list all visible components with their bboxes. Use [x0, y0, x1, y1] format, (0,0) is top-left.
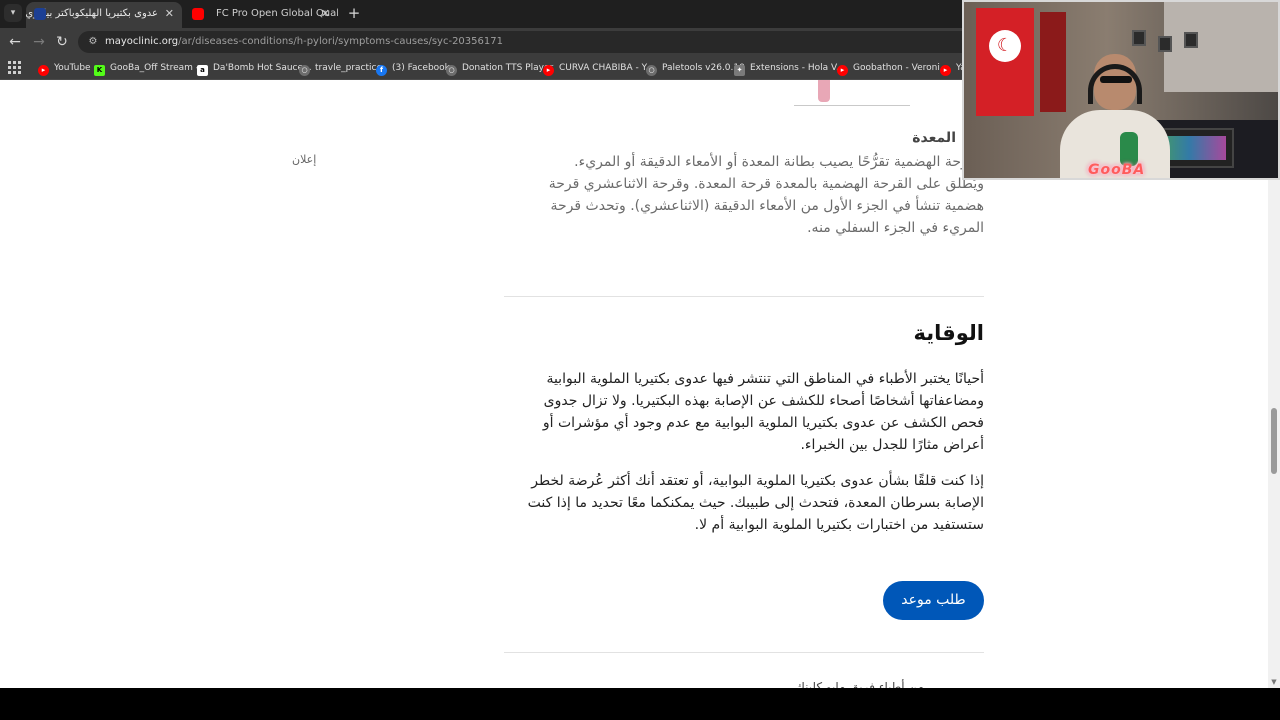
url-host: mayoclinic.org: [105, 36, 179, 47]
ulcer-figure-caption-heading: المعدة: [912, 130, 956, 146]
tab-search-chevron-icon[interactable]: ▾: [4, 4, 22, 22]
youtube-icon: ▸: [38, 65, 49, 76]
bookmark-label: (3) Facebook: [392, 63, 450, 73]
globe-icon: ○: [646, 65, 657, 76]
bookmark-goobathon[interactable]: ▸ Goobathon - Veroni...: [837, 59, 948, 77]
bookmark-label: Paletools v26.0.10: [662, 63, 745, 73]
facebook-icon: f: [376, 65, 387, 76]
youtube-icon: ▸: [837, 65, 848, 76]
prevention-paragraph-2: إذا كنت قلقًا بشأن عدوى بكتيريا الملوية …: [527, 473, 984, 533]
ad-label: إعلان: [292, 153, 317, 166]
bookmark-facebook[interactable]: f (3) Facebook: [376, 59, 450, 77]
tunisia-flag: ☾: [976, 8, 1034, 116]
bookmark-label: Extensions - Hola V...: [750, 63, 845, 73]
url-text: mayoclinic.org/ar/diseases-conditions/h-…: [105, 31, 503, 53]
scroll-down-icon[interactable]: ▼: [1270, 678, 1278, 686]
bookmark-travle[interactable]: ○ travle_practice: [299, 59, 382, 77]
bottom-black-band: [0, 688, 1280, 720]
tab-active[interactable]: عدوى بكتيريا الهليكوباكتر بيلوري ✕: [26, 2, 182, 28]
globe-icon: ○: [446, 65, 457, 76]
ulcer-figure-caption: القرحة الهضمية تقرُّحًا يصيب بطانة المعد…: [548, 154, 984, 236]
ulcer-illustration: [790, 80, 910, 108]
sunglasses: [1100, 76, 1132, 83]
wall-frame: [1132, 30, 1146, 46]
forward-arrow-icon[interactable]: →: [29, 32, 49, 52]
globe-icon: ○: [299, 65, 310, 76]
microphone-icon: [1120, 132, 1138, 166]
youtube-favicon-icon: [192, 8, 204, 20]
bookmark-dabomb[interactable]: a Da'Bomb Hot Sauce...: [197, 59, 312, 77]
puzzle-icon: ✦: [734, 65, 745, 76]
bookmark-donation-tts[interactable]: ○ Donation TTS Player: [446, 59, 553, 77]
webcam-overlay: ☾ GooBA: [962, 0, 1280, 180]
wall-frame: [1158, 36, 1172, 52]
prevention-paragraph-1: أحيانًا يختبر الأطباء في المناطق التي تن…: [542, 371, 984, 453]
bookmark-paletools[interactable]: ○ Paletools v26.0.10: [646, 59, 745, 77]
bookmark-youtube[interactable]: ▸ YouTube: [38, 59, 91, 77]
scrollbar-thumb[interactable]: [1271, 408, 1277, 474]
tab-close-icon[interactable]: ✕: [321, 2, 330, 26]
bookmark-gooba-kick[interactable]: K GooBa_Off Stream -...: [94, 59, 208, 77]
site-info-icon[interactable]: ⚙: [86, 35, 100, 49]
wall-banner: [1040, 12, 1066, 112]
reload-icon[interactable]: ↻: [52, 32, 72, 52]
tab-close-icon[interactable]: ✕: [165, 2, 174, 26]
tab-title: FC Pro Open Global Qualifier -: [216, 8, 338, 19]
bookmark-label: Goobathon - Veroni...: [853, 63, 949, 73]
bookmark-label: Donation TTS Player: [462, 63, 554, 73]
next-section-text: من أطباء فريق مايو كلينك: [795, 680, 924, 688]
bookmark-label: Da'Bomb Hot Sauce...: [213, 63, 312, 73]
prevention-heading: الوقاية: [913, 321, 984, 345]
new-tab-button[interactable]: +: [344, 3, 364, 23]
section-divider: [504, 296, 984, 297]
youtube-icon: ▸: [940, 65, 951, 76]
streamer-logo: GooBA: [1088, 162, 1146, 178]
url-path: /ar/diseases-conditions/h-pylori/symptom…: [178, 36, 503, 47]
apps-grid-icon[interactable]: [7, 60, 21, 74]
bookmark-extensions[interactable]: ✦ Extensions - Hola V...: [734, 59, 845, 77]
wall-frame: [1184, 32, 1198, 48]
back-arrow-icon[interactable]: ←: [5, 32, 25, 52]
bookmark-label: GooBa_Off Stream -...: [110, 63, 208, 73]
section-divider: [504, 652, 984, 653]
bookmark-label: CURVA CHABIBA - Y...: [559, 63, 654, 73]
kick-icon: K: [94, 65, 105, 76]
request-appointment-button[interactable]: طلب موعد: [883, 581, 984, 620]
bookmark-label: YouTube: [54, 63, 91, 73]
amazon-icon: a: [197, 65, 208, 76]
youtube-icon: ▸: [543, 65, 554, 76]
mayo-clinic-favicon-icon: [34, 8, 46, 20]
bookmark-curva-chabiba[interactable]: ▸ CURVA CHABIBA - Y...: [543, 59, 654, 77]
bookmark-label: travle_practice: [315, 63, 382, 73]
tab-inactive[interactable]: FC Pro Open Global Qualifier - ✕: [184, 2, 338, 28]
